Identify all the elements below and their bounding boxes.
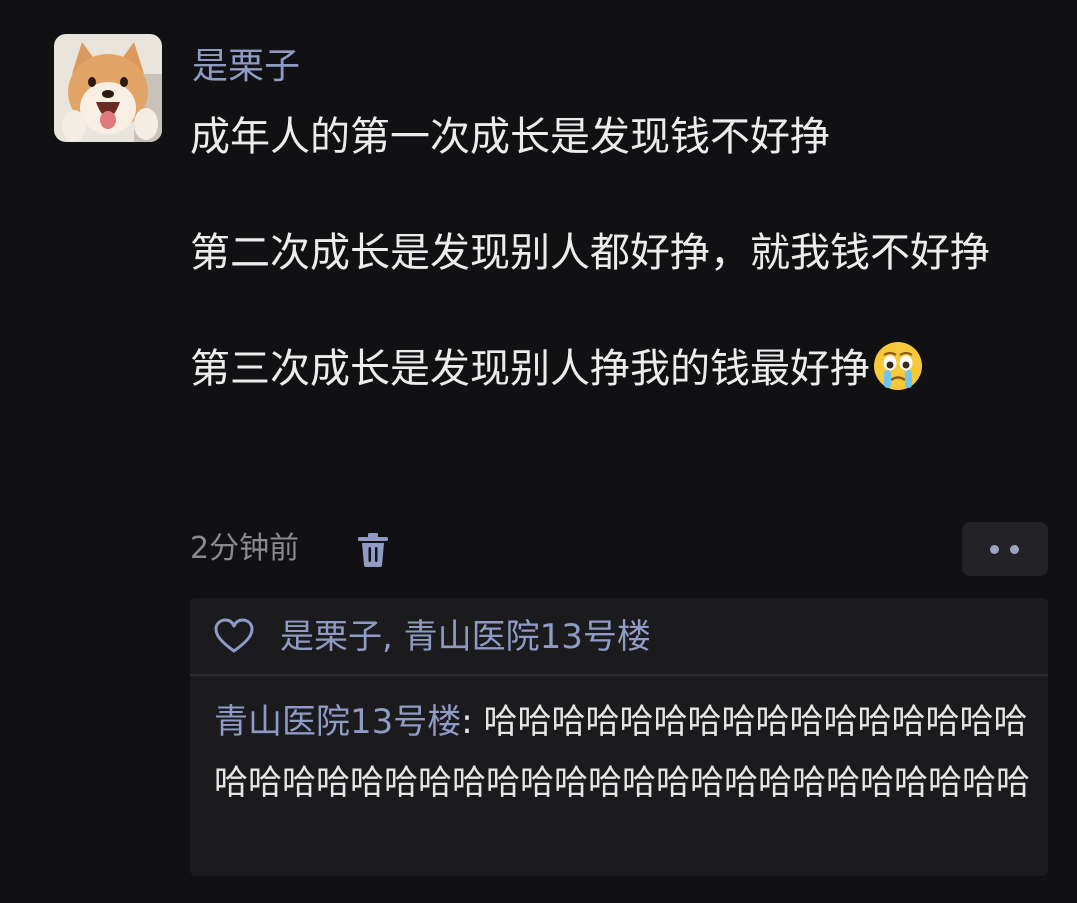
more-dots-icon <box>990 545 999 554</box>
likes-names[interactable]: 是栗子, 青山医院13号楼 <box>280 612 651 662</box>
shiba-dog-avatar <box>54 34 162 142</box>
post-line-1: 成年人的第一次成长是发现钱不好挣 <box>190 114 830 160</box>
crying-face-emoji <box>874 342 922 390</box>
comment-item[interactable]: 青山医院13号楼: 哈哈哈哈哈哈哈哈哈哈哈哈哈哈哈哈哈哈哈哈哈哈哈哈哈哈哈哈哈哈… <box>214 692 1034 814</box>
comment-separator: : <box>461 702 484 742</box>
divider <box>190 674 1048 676</box>
post-timestamp: 2分钟前 <box>190 531 300 566</box>
post-line-2: 第二次成长是发现别人都好挣，就我钱不好挣 <box>190 230 990 276</box>
post-content: 成年人的第一次成长是发现钱不好挣 第二次成长是发现别人都好挣，就我钱不好挣 第三… <box>190 108 1040 398</box>
post-line-3: 第三次成长是发现别人挣我的钱最好挣 <box>190 340 1040 398</box>
interaction-panel: 是栗子, 青山医院13号楼 青山医院13号楼: 哈哈哈哈哈哈哈哈哈哈哈哈哈哈哈哈… <box>190 598 1048 876</box>
post-author-name[interactable]: 是栗子 <box>192 42 300 92</box>
trash-icon[interactable] <box>356 532 390 568</box>
heart-icon[interactable] <box>214 618 254 654</box>
comment-author[interactable]: 青山医院13号楼 <box>214 702 461 742</box>
more-options-button[interactable] <box>962 522 1048 576</box>
avatar[interactable] <box>54 34 162 142</box>
